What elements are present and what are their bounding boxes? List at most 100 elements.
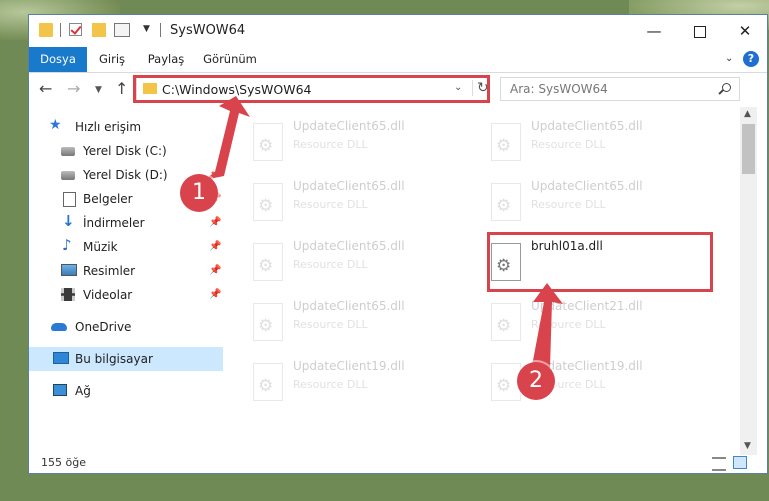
quick-access-properties-icon[interactable] <box>114 23 130 37</box>
file-item[interactable]: UpdateClient65.dll Resource DLL <box>243 175 463 231</box>
folder-icon <box>39 23 53 37</box>
file-item[interactable]: UpdateClient65.dll Resource DLL <box>243 295 463 351</box>
file-name: UpdateClient21.dll <box>531 299 643 313</box>
sidebar-item-label: İndirmeler <box>83 216 145 230</box>
file-type: Resource DLL <box>531 318 606 331</box>
up-button[interactable]: ↑ <box>115 79 128 98</box>
star-icon: ★ <box>49 117 62 133</box>
dll-file-icon <box>491 183 521 221</box>
pin-icon[interactable]: 📌 <box>209 217 221 228</box>
search-placeholder: Ara: SysWOW64 <box>510 82 608 96</box>
sidebar-item-downloads[interactable]: ↓ İndirmeler 📌 <box>29 211 223 235</box>
file-name: UpdateClient65.dll <box>531 119 643 133</box>
divider <box>160 23 161 37</box>
dll-file-icon <box>253 303 283 341</box>
pin-icon[interactable]: 📌 <box>209 289 221 300</box>
scroll-thumb[interactable] <box>742 124 755 174</box>
sidebar-item-pictures[interactable]: Resimler 📌 <box>29 259 223 283</box>
details-view-icon[interactable] <box>712 457 726 471</box>
pictures-icon <box>61 264 77 276</box>
back-button[interactable]: ← <box>39 79 52 98</box>
help-icon[interactable]: ? <box>743 51 759 67</box>
tab-share[interactable]: Paylaş <box>141 47 191 72</box>
close-button[interactable]: ✕ <box>722 15 767 47</box>
file-type: Resource DLL <box>293 318 368 331</box>
file-item[interactable]: UpdateClient19.dll Resource DLL <box>243 355 463 411</box>
file-item[interactable]: UpdateClient21.dll Resource DLL <box>481 295 701 351</box>
sidebar-item-label: Ağ <box>75 384 91 398</box>
download-icon: ↓ <box>62 212 75 230</box>
sidebar-item-music[interactable]: ♪ Müzik 📌 <box>29 235 223 259</box>
forward-button[interactable]: → <box>67 79 80 98</box>
dll-file-icon <box>253 183 283 221</box>
file-name: UpdateClient65.dll <box>531 179 643 193</box>
file-highlight <box>487 232 713 292</box>
network-icon <box>53 384 67 396</box>
dll-file-icon <box>491 123 521 161</box>
sidebar-item-label: Belgeler <box>83 192 133 206</box>
file-type: Resource DLL <box>531 138 606 151</box>
ribbon-tabs: Dosya Giriş Paylaş Görünüm ⌄ ? <box>29 47 767 73</box>
file-item[interactable]: UpdateClient65.dll Resource DLL <box>481 115 701 171</box>
divider <box>60 23 61 37</box>
new-folder-icon[interactable] <box>92 23 106 37</box>
title-bar: ▼ SysWOW64 — ✕ <box>29 15 767 47</box>
window-title: SysWOW64 <box>170 23 246 38</box>
large-icons-view-icon[interactable] <box>733 456 747 469</box>
file-item[interactable]: UpdateClient65.dll Resource DLL <box>481 175 701 231</box>
expand-ribbon-chevron-icon[interactable]: ⌄ <box>725 53 733 64</box>
scroll-up-icon[interactable]: ▲ <box>744 109 751 119</box>
sidebar-item-local-disk-c[interactable]: Yerel Disk (C:) <box>29 139 223 163</box>
customize-toolbar-chevron-icon[interactable]: ▼ <box>143 24 150 34</box>
maximize-button[interactable] <box>677 15 723 47</box>
tab-view[interactable]: Görünüm <box>199 47 261 72</box>
pin-icon[interactable]: 📌 <box>209 265 221 276</box>
file-item[interactable]: UpdateClient65.dll Resource DLL <box>243 115 463 171</box>
sidebar-item-label: Videolar <box>83 288 133 302</box>
sidebar-item-label: OneDrive <box>75 320 132 334</box>
tab-file[interactable]: Dosya <box>29 47 87 72</box>
vertical-scrollbar[interactable]: ▲ ▼ <box>740 107 757 455</box>
sidebar-item-videos[interactable]: Videolar 📌 <box>29 283 223 307</box>
scroll-down-icon[interactable]: ▼ <box>744 441 751 451</box>
file-name: UpdateClient65.dll <box>293 239 405 253</box>
sidebar-item-this-pc[interactable]: Bu bilgisayar <box>29 347 223 371</box>
dll-file-icon <box>491 303 521 341</box>
step-1-badge: 1 <box>180 174 218 212</box>
recent-locations-chevron-icon[interactable]: ▼ <box>95 85 102 95</box>
disk-icon <box>61 171 75 180</box>
computer-icon <box>53 352 69 364</box>
sidebar-item-label: Resimler <box>83 264 136 278</box>
documents-icon <box>63 192 76 207</box>
sidebar-item-quick-access[interactable]: ★ Hızlı erişim <box>29 115 223 139</box>
sidebar-item-label: Hızlı erişim <box>75 120 142 134</box>
minimize-button[interactable]: — <box>631 15 677 47</box>
file-type: Resource DLL <box>293 198 368 211</box>
search-input[interactable]: Ara: SysWOW64 <box>500 77 740 101</box>
file-type: Resource DLL <box>293 138 368 151</box>
file-name: UpdateClient65.dll <box>293 299 405 313</box>
properties-check-icon[interactable] <box>69 23 82 36</box>
file-type: Resource DLL <box>293 378 368 391</box>
step-2-badge: 2 <box>517 362 555 400</box>
file-item[interactable]: UpdateClient65.dll Resource DLL <box>243 235 463 291</box>
pin-icon[interactable]: 📌 <box>209 241 221 252</box>
address-bar-highlight <box>133 75 490 103</box>
dll-file-icon <box>253 243 283 281</box>
videos-icon <box>61 288 75 301</box>
navigation-pane: ★ Hızlı erişim Yerel Disk (C:) Yerel Dis… <box>29 111 223 451</box>
file-name: UpdateClient65.dll <box>293 119 405 133</box>
sidebar-item-label: Müzik <box>83 240 118 254</box>
tab-home[interactable]: Giriş <box>91 47 133 72</box>
file-type: Resource DLL <box>531 198 606 211</box>
file-item[interactable]: UpdateClient19.dll Resource DLL <box>481 355 701 411</box>
sidebar-item-label: Yerel Disk (C:) <box>83 144 167 158</box>
item-count: 155 öğe <box>41 456 86 469</box>
search-icon[interactable] <box>722 83 731 92</box>
music-icon: ♪ <box>62 236 72 254</box>
sidebar-item-onedrive[interactable]: OneDrive <box>29 315 223 339</box>
file-name: UpdateClient19.dll <box>293 359 405 373</box>
sidebar-item-network[interactable]: Ağ <box>29 379 223 403</box>
status-bar: 155 öğe <box>29 451 767 473</box>
file-type: Resource DLL <box>293 258 368 271</box>
